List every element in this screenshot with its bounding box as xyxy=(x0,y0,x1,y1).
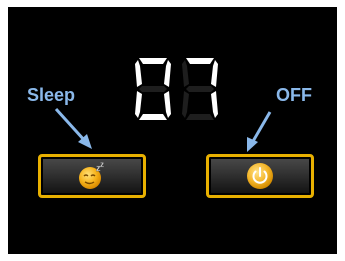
callout-arrows xyxy=(54,107,272,152)
svg-text:z: z xyxy=(100,160,104,169)
power-icon xyxy=(247,163,273,189)
sleep-arrow xyxy=(54,107,92,149)
off-arrow xyxy=(247,111,272,152)
sleep-face-icon: z z xyxy=(79,160,104,189)
off-button[interactable] xyxy=(206,154,314,198)
sleep-button[interactable]: z z xyxy=(38,154,146,198)
